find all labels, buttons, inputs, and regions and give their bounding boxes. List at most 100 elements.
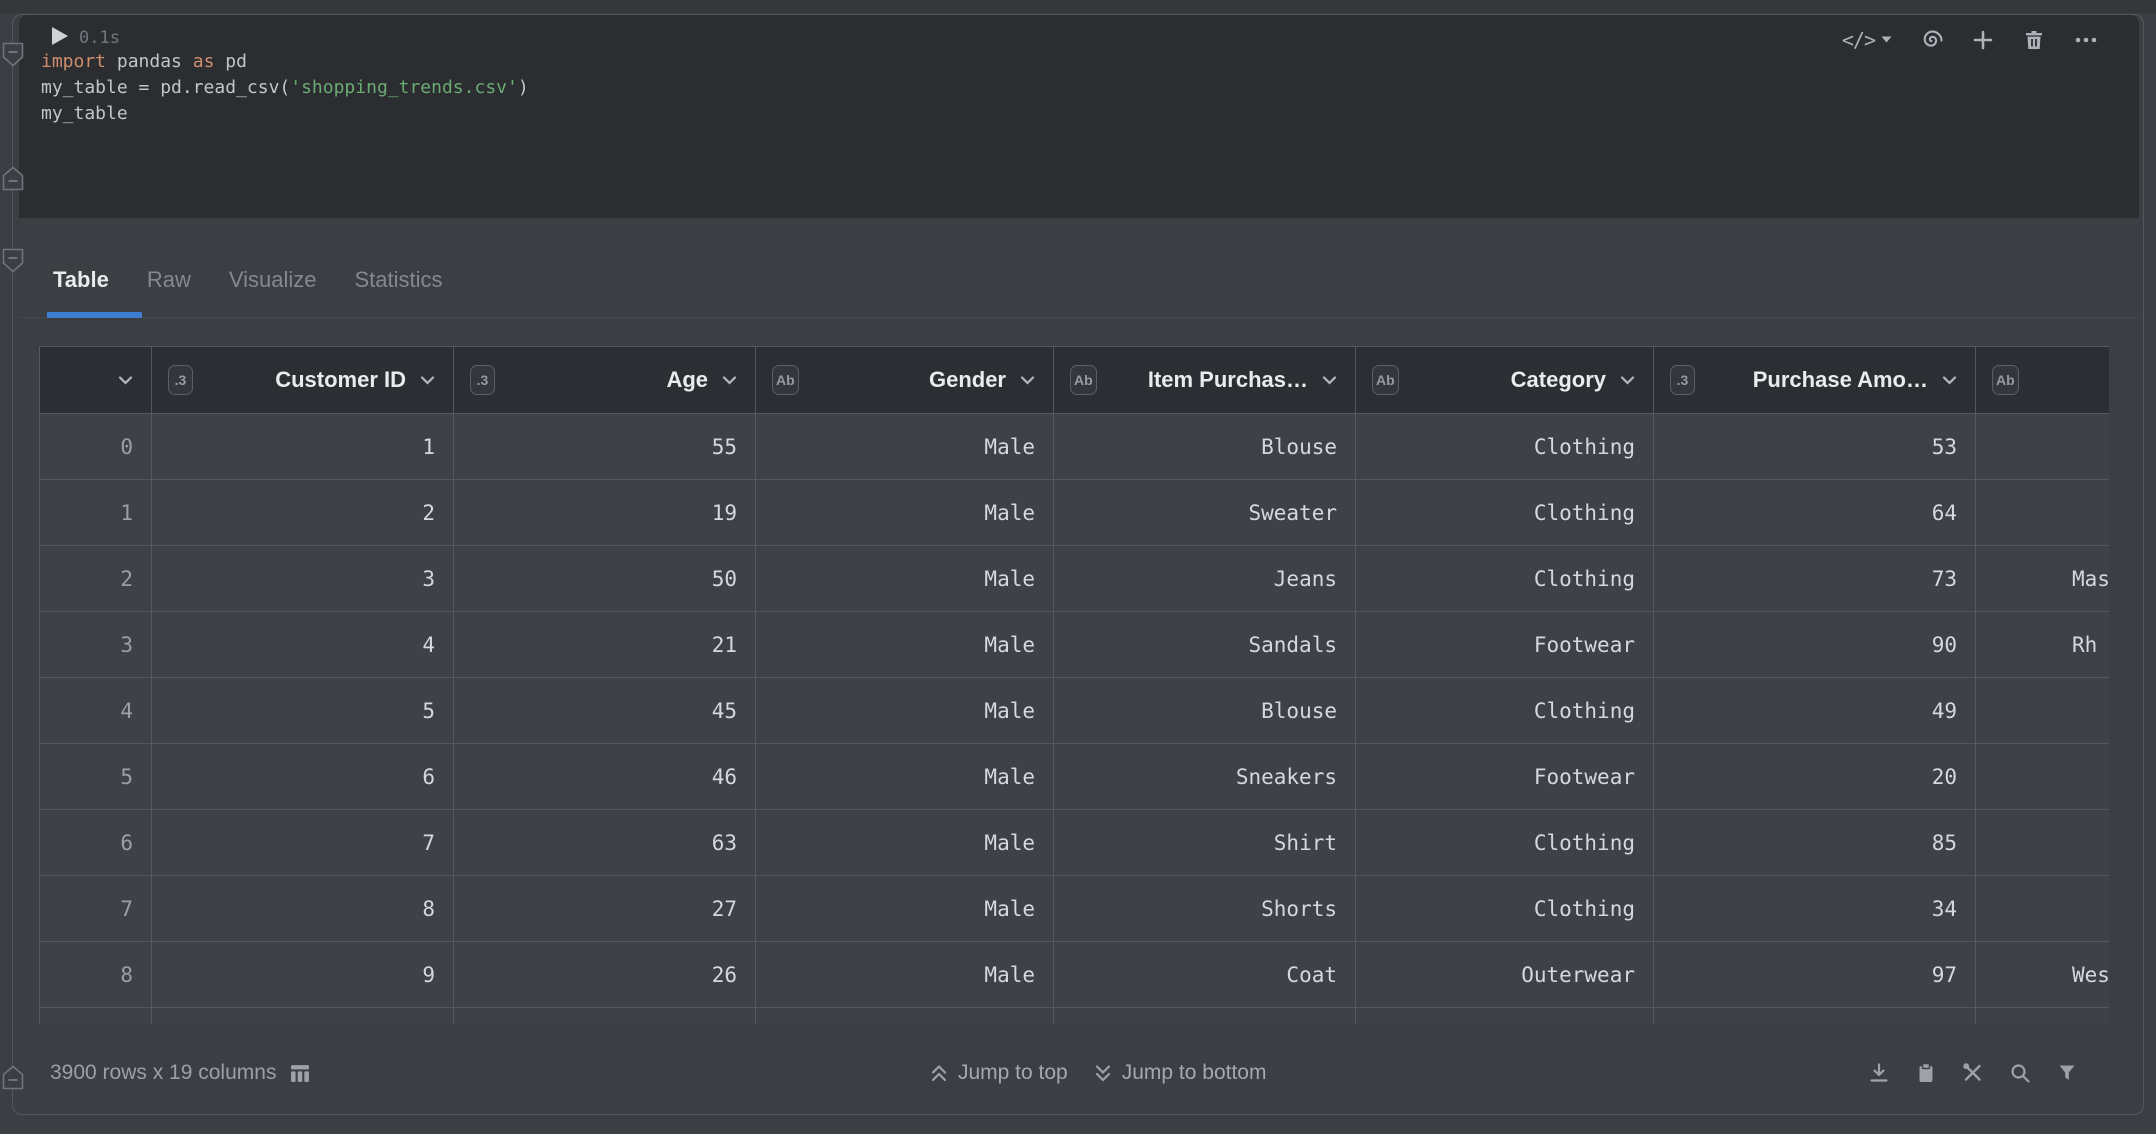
tab-underline-track xyxy=(19,317,2139,318)
double-chevron-up-icon xyxy=(930,1064,948,1083)
code-line: import pandas as pd xyxy=(41,49,529,75)
table-cell: 73 xyxy=(1654,546,1976,612)
chevron-down-icon xyxy=(1322,376,1337,385)
table-cell: Coat xyxy=(1054,942,1356,1008)
table-cell: Male xyxy=(756,678,1054,744)
tab-raw[interactable]: Raw xyxy=(147,267,191,293)
table-row: 2350MaleJeansClothing73Mas xyxy=(40,546,2110,612)
code-line: my_table = pd.read_csv('shopping_trends.… xyxy=(41,75,529,101)
row-index: 3 xyxy=(40,612,152,678)
fold-marker-code-start[interactable] xyxy=(2,42,24,67)
column-label: Age xyxy=(666,367,708,393)
table-cell xyxy=(1976,678,2110,744)
table-dimensions: 3900 rows x 19 columns xyxy=(50,1059,310,1087)
table-cell: 3 xyxy=(152,546,454,612)
column-label: Gender xyxy=(929,367,1006,393)
row-index: 0 xyxy=(40,414,152,480)
filter-icon[interactable] xyxy=(2055,1061,2079,1085)
output-tabs: Table Raw Visualize Statistics xyxy=(53,265,443,295)
table-row: 7827MaleShortsClothing34 xyxy=(40,876,2110,942)
tab-statistics[interactable]: Statistics xyxy=(355,267,443,293)
header-row: .3Customer ID .3 Age Ab Gender AbItem Purchas… xyxy=(40,347,2110,414)
fold-marker-output-start[interactable] xyxy=(2,248,24,273)
jump-to-top-link[interactable]: Jump to top xyxy=(930,1061,1068,1085)
row-index: 2 xyxy=(40,546,152,612)
column-header[interactable]: Ab xyxy=(1976,347,2110,414)
column-type-badge: .3 xyxy=(470,365,495,395)
table-row: 6763MaleShirtClothing85 xyxy=(40,810,2110,876)
table-row: 3421MaleSandalsFootwear90Rh xyxy=(40,612,2110,678)
table-cell: 21 xyxy=(454,612,756,678)
table-cell: 64 xyxy=(1654,480,1976,546)
code-line: my_table xyxy=(41,101,529,127)
jump-to-bottom-link[interactable]: Jump to bottom xyxy=(1094,1061,1267,1085)
column-header-item-purchas[interactable]: AbItem Purchas… xyxy=(1054,347,1356,414)
column-header-purchase-amo[interactable]: .3Purchase Amo… xyxy=(1654,347,1976,414)
chevron-down-icon xyxy=(420,376,435,385)
fold-marker-output-end[interactable] xyxy=(2,1065,24,1090)
row-index: 5 xyxy=(40,744,152,810)
chevron-down-icon xyxy=(118,376,133,385)
table-cell: Shirt xyxy=(1054,810,1356,876)
table-cell: 26 xyxy=(454,942,756,1008)
table-row: 8926MaleCoatOuterwear97Wes xyxy=(40,942,2110,1008)
run-cell-button[interactable] xyxy=(52,27,68,45)
column-type-badge: Ab xyxy=(1992,365,2019,395)
column-type-badge: Ab xyxy=(772,365,799,395)
table-cell: Clothing xyxy=(1356,480,1654,546)
dataframe-table: .3Customer ID .3 Age Ab Gender AbItem Purchas… xyxy=(39,346,2109,1024)
table-cell: Male xyxy=(756,942,1054,1008)
tools-icon[interactable] xyxy=(1961,1061,1985,1085)
table-row: 4545MaleBlouseClothing49 xyxy=(40,678,2110,744)
table-cell xyxy=(1976,480,2110,546)
table-cell: Blouse xyxy=(1054,678,1356,744)
table-cell: Clothing xyxy=(1356,546,1654,612)
cell-type-selector[interactable]: </> xyxy=(1842,28,1892,52)
column-header-category[interactable]: AbCategory xyxy=(1356,347,1654,414)
table-cell: Outerwear xyxy=(1356,942,1654,1008)
table-cell: 20 xyxy=(1654,744,1976,810)
table-cell: Clothing xyxy=(1356,810,1654,876)
column-header-age[interactable]: .3 Age xyxy=(454,347,756,414)
download-icon[interactable] xyxy=(1867,1061,1891,1085)
add-cell-icon[interactable] xyxy=(1971,28,1995,52)
columns-list-icon[interactable] xyxy=(290,1063,310,1083)
table-cell: 97 xyxy=(1654,942,1976,1008)
column-type-badge: .3 xyxy=(1670,365,1695,395)
more-options-icon[interactable] xyxy=(2073,28,2099,52)
table-cell: 19 xyxy=(454,480,756,546)
table-cell: Male xyxy=(756,876,1054,942)
table-cell: Jeans xyxy=(1054,546,1356,612)
table-row: 5646MaleSneakersFootwear20 xyxy=(40,744,2110,810)
code-editor[interactable]: import pandas as pdmy_table = pd.read_cs… xyxy=(41,49,529,127)
table-cell: 2 xyxy=(152,480,454,546)
column-header[interactable] xyxy=(40,347,152,414)
table-cell: 9 xyxy=(152,942,454,1008)
table-cell: 7 xyxy=(152,810,454,876)
tab-visualize[interactable]: Visualize xyxy=(229,267,317,293)
tab-table[interactable]: Table xyxy=(53,267,109,293)
active-tab-indicator xyxy=(47,312,142,318)
table-cell: Sandals xyxy=(1054,612,1356,678)
fold-marker-code-end[interactable] xyxy=(2,166,24,191)
delete-cell-icon[interactable] xyxy=(2022,28,2046,52)
row-index: 8 xyxy=(40,942,152,1008)
column-header-customer-id[interactable]: .3Customer ID xyxy=(152,347,454,414)
table-cell xyxy=(40,1008,152,1025)
table-cell: Clothing xyxy=(1356,876,1654,942)
table-cell: Clothing xyxy=(1356,678,1654,744)
table-cell: 8 xyxy=(152,876,454,942)
search-icon[interactable] xyxy=(2008,1061,2032,1085)
ai-assistant-icon[interactable] xyxy=(1919,27,1944,52)
table-cell: Rh xyxy=(1976,612,2110,678)
table-cell: 6 xyxy=(152,744,454,810)
table-cell xyxy=(454,1008,756,1025)
table-cell: 50 xyxy=(454,546,756,612)
row-index: 4 xyxy=(40,678,152,744)
chevron-down-icon xyxy=(722,376,737,385)
column-header-gender[interactable]: Ab Gender xyxy=(756,347,1054,414)
table-cell: 90 xyxy=(1654,612,1976,678)
table-cell xyxy=(1356,1008,1654,1025)
table-cell: Mas xyxy=(1976,546,2110,612)
clipboard-icon[interactable] xyxy=(1914,1061,1938,1085)
